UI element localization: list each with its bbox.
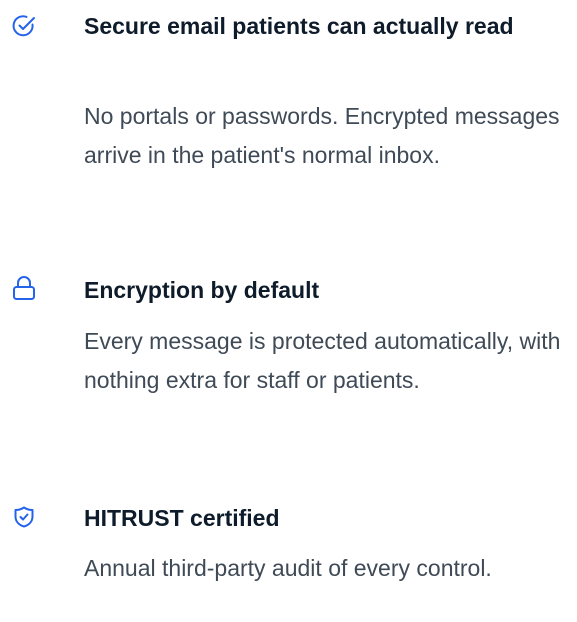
feature-description: Every message is protected automatically…: [84, 328, 561, 393]
lock-icon: [10, 274, 38, 302]
feature-description: Annual third-party audit of every contro…: [84, 555, 492, 581]
feature-description: No portals or passwords. Encrypted messa…: [84, 103, 560, 168]
feature-title: HITRUST certified: [84, 505, 280, 531]
feature-title: Secure email patients can actually read: [84, 13, 514, 39]
feature-title: Encryption by default: [84, 277, 320, 303]
check-badge-icon: [10, 12, 38, 40]
shield-check-icon: [10, 503, 38, 531]
feature-list: Secure email patients can actually read …: [0, 0, 577, 622]
